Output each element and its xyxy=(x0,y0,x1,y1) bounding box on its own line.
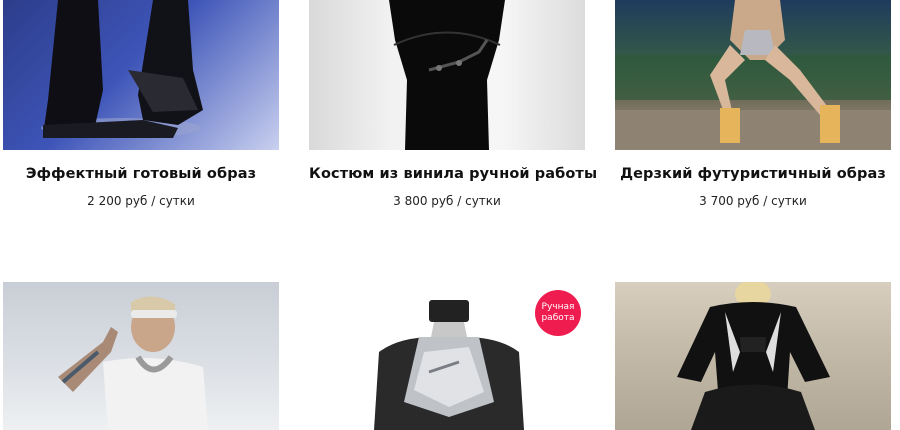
product-card[interactable]: Костюм из винила ручной работы 3 800 руб… xyxy=(309,0,597,208)
product-image[interactable] xyxy=(3,0,279,150)
product-card[interactable] xyxy=(615,282,891,430)
product-image[interactable]: Ручная работа xyxy=(309,282,585,430)
product-price: 3 800 руб / сутки xyxy=(393,194,501,208)
product-card[interactable]: Ручная работа xyxy=(309,282,585,430)
product-image[interactable] xyxy=(309,0,585,150)
product-title[interactable]: Эффектный готовый образ xyxy=(3,166,279,182)
product-price: 2 200 руб / сутки xyxy=(87,194,195,208)
product-price: 3 700 руб / сутки xyxy=(699,194,807,208)
product-card[interactable]: Дерзкий футуристичный образ 3 700 руб / … xyxy=(615,0,891,208)
product-title[interactable]: Костюм из винила ручной работы xyxy=(309,166,597,182)
product-grid: Эффектный готовый образ 2 200 руб / сутк… xyxy=(0,0,900,430)
product-card[interactable] xyxy=(3,282,279,430)
handmade-badge: Ручная работа xyxy=(535,290,581,336)
product-image[interactable] xyxy=(615,282,891,430)
product-image[interactable] xyxy=(615,0,891,150)
product-card[interactable]: Эффектный готовый образ 2 200 руб / сутк… xyxy=(3,0,279,208)
product-title[interactable]: Дерзкий футуристичный образ xyxy=(615,166,891,182)
product-image[interactable] xyxy=(3,282,279,430)
